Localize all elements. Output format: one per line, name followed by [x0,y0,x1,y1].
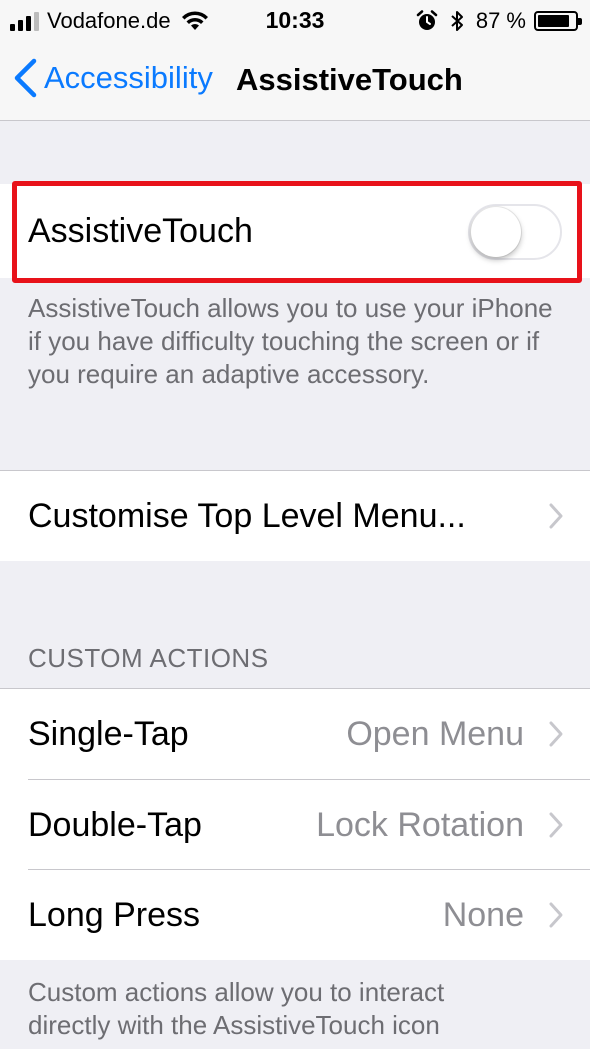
chevron-right-icon [549,902,563,928]
back-button-label: Accessibility [44,60,213,95]
custom-action-value: None [442,896,524,934]
custom-action-value: Open Menu [346,715,524,753]
switch-knob [471,207,521,257]
chevron-right-icon [549,503,563,529]
custom-action-label: Single-Tap [28,715,189,753]
chevron-right-icon [549,721,563,747]
status-bar: Vodafone.de 10:33 87 % [0,0,590,40]
custom-action-row-single-tap[interactable]: Single-Tap Open Menu [0,689,590,779]
custom-action-row-double-tap[interactable]: Double-Tap Lock Rotation [0,780,590,870]
custom-action-label: Double-Tap [28,806,202,844]
assistivetouch-toggle-row: AssistiveTouch [0,184,590,278]
bluetooth-icon [451,11,463,31]
assistivetouch-switch[interactable] [468,204,562,260]
alarm-icon [416,10,438,30]
chevron-right-icon [549,812,563,838]
custom-action-value: Lock Rotation [316,806,524,844]
battery-icon [534,11,582,31]
assistivetouch-description: AssistiveTouch allows you to use your iP… [28,293,553,389]
custom-actions-footer: Custom actions allow you to interact dir… [28,977,445,1040]
custom-actions-header: CUSTOM ACTIONS [28,643,269,673]
page-title: AssistiveTouch [236,62,463,97]
status-right: 87 % [416,8,582,34]
chevron-left-icon [14,58,37,98]
assistivetouch-toggle-label: AssistiveTouch [28,212,253,250]
customise-menu-group: Customise Top Level Menu... [0,470,590,561]
battery-percentage: 87 % [475,8,526,33]
custom-actions-group: Single-Tap Open Menu Double-Tap Lock Rot… [0,688,590,960]
customise-top-level-menu-row[interactable]: Customise Top Level Menu... [0,471,590,561]
customise-top-level-menu-label: Customise Top Level Menu... [28,497,466,535]
assistivetouch-settings-screen: Vodafone.de 10:33 87 % Accessibility Ass… [0,0,590,1049]
navigation-bar: Accessibility AssistiveTouch [0,48,590,112]
custom-action-row-long-press[interactable]: Long Press None [0,870,590,960]
back-button[interactable]: Accessibility [12,58,213,98]
top-bar: Vodafone.de 10:33 87 % Accessibility Ass… [0,0,590,121]
custom-action-label: Long Press [28,896,200,934]
